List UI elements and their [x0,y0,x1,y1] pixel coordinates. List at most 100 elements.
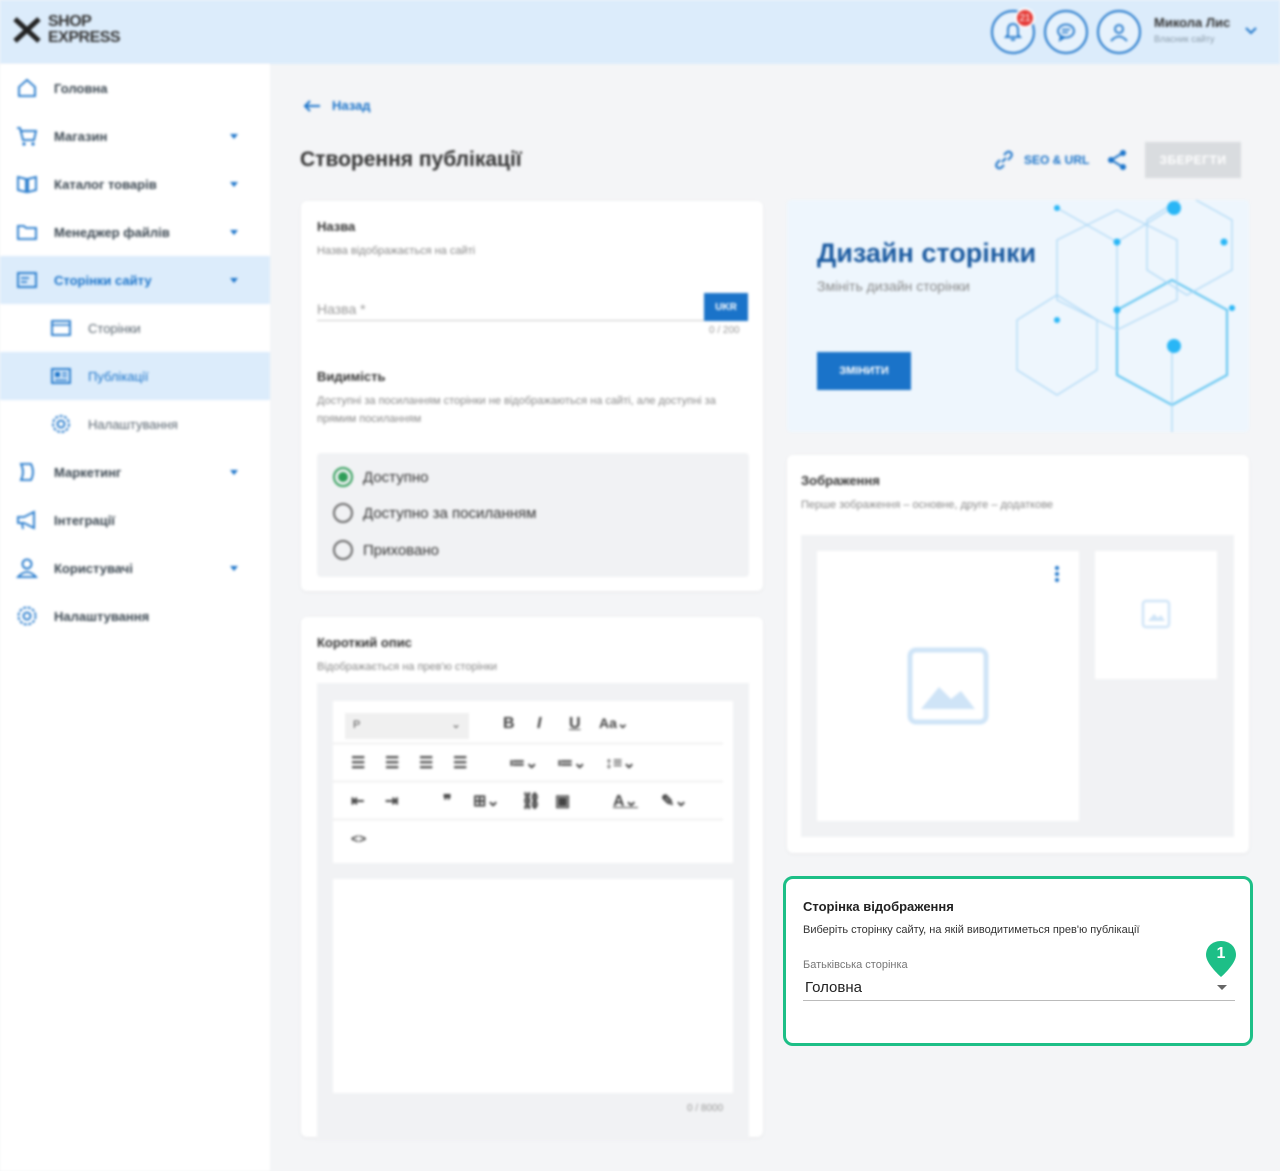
italic-icon[interactable]: I [537,715,541,733]
sidebar-item-label: Публікації [88,368,149,384]
sidebar-item-label: Інтеграції [54,512,115,528]
chevron-down-icon [230,230,238,235]
sidebar-item-marketing[interactable]: Маркетинг [0,448,270,496]
user-icon [16,558,38,578]
radio-icon [333,503,353,523]
outdent-icon[interactable]: ⇤ [351,791,364,811]
seo-url-button[interactable]: SEO & URL [992,148,1089,172]
visibility-options: Доступно Доступно за посиланням Прихован… [317,453,749,577]
radio-label: Доступно [363,468,429,486]
gear-icon [17,606,37,626]
user-role: Власник сайту [1154,34,1215,44]
sidebar-item-pages-settings[interactable]: Налаштування [0,400,270,448]
name-card: Назва Назва відображається на сайті Назв… [301,201,763,591]
profile-button[interactable] [1097,10,1141,54]
sidebar-item-label: Головна [54,80,108,96]
cart-icon [17,127,38,146]
chevron-down-icon[interactable] [1244,26,1258,36]
visibility-subtitle: Доступні за посиланням сторінки не відоб… [317,395,716,425]
messages-button[interactable] [1044,10,1088,54]
chevron-down-icon [230,182,238,187]
publication-icon [51,368,71,384]
share-icon[interactable] [1105,148,1129,172]
sidebar-item-integrations[interactable]: Інтеграції [0,496,270,544]
bold-icon[interactable]: B [503,715,515,733]
sidebar-item-users[interactable]: Користувачі [0,544,270,592]
sidebar-item-catalog[interactable]: Каталог товарів [0,160,270,208]
step-marker: 1 [1205,940,1237,978]
line-height-icon[interactable]: ↕≡⌄ [605,753,636,773]
display-page-title: Сторінка відображення [803,899,954,914]
indent-icon[interactable]: ⇥ [385,791,398,811]
notifications-button[interactable]: 21 [991,8,1035,54]
font-size-icon[interactable]: Aa⌄ [599,715,629,732]
parent-page-value: Головна [805,979,862,996]
catalog-icon [17,175,37,194]
radio-available[interactable]: Доступно [333,467,428,487]
design-title: Дизайн сторінки [817,238,1037,268]
name-subtitle: Назва відображається на сайті [317,245,476,257]
align-left-icon[interactable]: ☰ [351,753,365,773]
radio-checked-icon [333,467,353,487]
sidebar-item-files[interactable]: Менеджер файлів [0,208,270,256]
underline-icon[interactable]: U [569,715,581,733]
editor-toolbar: P ⌄ B I U Aa⌄ ☰ ☰ ☰ ☰ ≔⌄ ≔⌄ ↕≡⌄ ⇤ ⇥ ❞ ⊞⌄ [333,701,733,863]
secondary-image-slot[interactable] [1095,551,1217,679]
sidebar-item-site-pages[interactable]: Сторінки сайту [0,256,270,304]
radio-icon [333,540,353,560]
link-icon [995,150,1013,170]
table-icon[interactable]: ⊞⌄ [473,791,500,811]
source-code-icon[interactable]: <> [351,831,366,846]
megaphone-icon [17,510,35,530]
name-title: Назва [317,219,356,234]
change-design-button[interactable]: ЗМІНИТИ [817,352,911,390]
radio-hidden[interactable]: Приховано [333,540,439,560]
user-info[interactable]: Микола Лис Власник сайту [1154,15,1230,44]
parent-page-select[interactable]: Головна [803,975,1235,1001]
save-button[interactable]: ЗБЕРЕГТИ [1145,142,1241,178]
sidebar-item-label: Налаштування [88,416,178,432]
bullet-list-icon[interactable]: ≔⌄ [509,753,538,773]
sidebar-item-shop[interactable]: Магазин [0,112,270,160]
highlight-icon[interactable]: ✎⌄ [661,791,688,811]
sidebar-item-label: Маркетинг [54,464,122,480]
text-color-icon[interactable]: A⌄ [613,791,638,811]
sidebar-item-label: Сторінки [88,320,141,336]
image-upload-area [801,535,1234,837]
images-title: Зображення [801,473,880,488]
user-icon [1110,24,1128,42]
page-icon [51,320,71,336]
align-right-icon[interactable]: ☰ [419,753,433,773]
name-input[interactable]: Назва * [317,293,707,321]
sidebar: Головна Магазин Каталог товарів Менеджер… [0,64,270,1171]
radio-available-by-link[interactable]: Доступно за посиланням [333,503,536,523]
editor-text-area[interactable] [333,879,733,1093]
top-header: SHOP EXPRESS 21 Микола Лис Власник сайту [0,0,1280,64]
shop-express-logo[interactable]: SHOP EXPRESS [12,14,121,46]
sidebar-item-pages[interactable]: Сторінки [0,304,270,352]
step-number: 1 [1216,945,1226,962]
user-name: Микола Лис [1154,15,1231,30]
image-icon[interactable]: ▣ [555,791,570,811]
paragraph-format-select[interactable]: P ⌄ [345,713,469,739]
chevron-down-icon [230,278,238,283]
sidebar-item-label: Сторінки сайту [54,272,152,288]
quote-icon[interactable]: ❞ [443,791,452,811]
hexagon-pattern-image [1016,200,1235,432]
main-image-slot[interactable] [817,551,1079,821]
sidebar-item-home[interactable]: Головна [0,64,270,112]
chevron-down-icon [230,134,238,139]
visibility-title: Видимість [317,369,386,384]
align-justify-icon[interactable]: ☰ [453,753,467,773]
numbered-list-icon[interactable]: ≔⌄ [557,753,586,773]
page-design-card: Дизайн сторінки Змініть дизайн сторінки … [787,200,1249,432]
sidebar-item-publications[interactable]: Публікації [0,352,270,400]
chevron-down-icon [230,470,238,475]
more-vertical-icon[interactable] [1053,565,1061,583]
link-icon[interactable]: ⛓ [521,791,541,811]
sidebar-item-settings[interactable]: Налаштування [0,592,270,640]
language-button[interactable]: UKR [704,293,748,321]
back-label: Назад [332,98,371,113]
back-link[interactable]: Назад [302,98,371,113]
align-center-icon[interactable]: ☰ [385,753,399,773]
